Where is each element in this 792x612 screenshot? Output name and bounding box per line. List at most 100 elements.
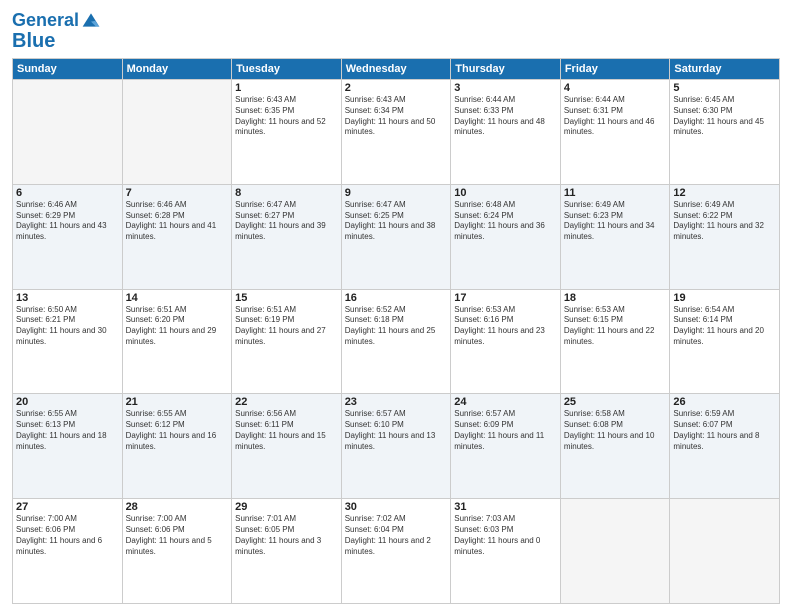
- day-info: Sunrise: 6:43 AM Sunset: 6:34 PM Dayligh…: [345, 95, 448, 138]
- calendar-cell: 31Sunrise: 7:03 AM Sunset: 6:03 PM Dayli…: [451, 499, 561, 604]
- page: General Blue SundayMondayTuesdayWednesda…: [0, 0, 792, 612]
- day-number: 19: [673, 292, 776, 304]
- calendar-cell: [13, 80, 123, 185]
- day-number: 10: [454, 187, 557, 199]
- calendar-cell: [670, 499, 780, 604]
- day-number: 28: [126, 501, 229, 513]
- calendar-cell: 2Sunrise: 6:43 AM Sunset: 6:34 PM Daylig…: [341, 80, 451, 185]
- day-number: 9: [345, 187, 448, 199]
- day-info: Sunrise: 6:55 AM Sunset: 6:12 PM Dayligh…: [126, 409, 229, 452]
- day-number: 4: [564, 82, 667, 94]
- day-info: Sunrise: 6:55 AM Sunset: 6:13 PM Dayligh…: [16, 409, 119, 452]
- calendar-cell: 12Sunrise: 6:49 AM Sunset: 6:22 PM Dayli…: [670, 184, 780, 289]
- calendar-cell: 6Sunrise: 6:46 AM Sunset: 6:29 PM Daylig…: [13, 184, 123, 289]
- day-number: 22: [235, 396, 338, 408]
- logo-text-general: General: [12, 11, 79, 31]
- day-number: 12: [673, 187, 776, 199]
- day-info: Sunrise: 7:00 AM Sunset: 6:06 PM Dayligh…: [126, 514, 229, 557]
- day-number: 3: [454, 82, 557, 94]
- calendar-cell: 10Sunrise: 6:48 AM Sunset: 6:24 PM Dayli…: [451, 184, 561, 289]
- calendar-cell: 26Sunrise: 6:59 AM Sunset: 6:07 PM Dayli…: [670, 394, 780, 499]
- day-info: Sunrise: 6:49 AM Sunset: 6:23 PM Dayligh…: [564, 200, 667, 243]
- day-info: Sunrise: 7:03 AM Sunset: 6:03 PM Dayligh…: [454, 514, 557, 557]
- day-info: Sunrise: 7:02 AM Sunset: 6:04 PM Dayligh…: [345, 514, 448, 557]
- day-number: 24: [454, 396, 557, 408]
- week-row-3: 20Sunrise: 6:55 AM Sunset: 6:13 PM Dayli…: [13, 394, 780, 499]
- day-number: 1: [235, 82, 338, 94]
- calendar-cell: 28Sunrise: 7:00 AM Sunset: 6:06 PM Dayli…: [122, 499, 232, 604]
- day-info: Sunrise: 7:00 AM Sunset: 6:06 PM Dayligh…: [16, 514, 119, 557]
- day-info: Sunrise: 6:52 AM Sunset: 6:18 PM Dayligh…: [345, 305, 448, 348]
- calendar-cell: [122, 80, 232, 185]
- week-row-0: 1Sunrise: 6:43 AM Sunset: 6:35 PM Daylig…: [13, 80, 780, 185]
- day-info: Sunrise: 6:59 AM Sunset: 6:07 PM Dayligh…: [673, 409, 776, 452]
- calendar-cell: 4Sunrise: 6:44 AM Sunset: 6:31 PM Daylig…: [560, 80, 670, 185]
- day-number: 17: [454, 292, 557, 304]
- calendar-cell: 9Sunrise: 6:47 AM Sunset: 6:25 PM Daylig…: [341, 184, 451, 289]
- day-info: Sunrise: 6:54 AM Sunset: 6:14 PM Dayligh…: [673, 305, 776, 348]
- day-info: Sunrise: 6:53 AM Sunset: 6:15 PM Dayligh…: [564, 305, 667, 348]
- calendar-cell: 21Sunrise: 6:55 AM Sunset: 6:12 PM Dayli…: [122, 394, 232, 499]
- calendar-cell: 27Sunrise: 7:00 AM Sunset: 6:06 PM Dayli…: [13, 499, 123, 604]
- calendar-cell: 3Sunrise: 6:44 AM Sunset: 6:33 PM Daylig…: [451, 80, 561, 185]
- day-info: Sunrise: 6:53 AM Sunset: 6:16 PM Dayligh…: [454, 305, 557, 348]
- day-info: Sunrise: 6:47 AM Sunset: 6:27 PM Dayligh…: [235, 200, 338, 243]
- day-number: 7: [126, 187, 229, 199]
- weekday-header-wednesday: Wednesday: [341, 59, 451, 80]
- calendar-cell: 16Sunrise: 6:52 AM Sunset: 6:18 PM Dayli…: [341, 289, 451, 394]
- day-info: Sunrise: 7:01 AM Sunset: 6:05 PM Dayligh…: [235, 514, 338, 557]
- calendar-cell: 14Sunrise: 6:51 AM Sunset: 6:20 PM Dayli…: [122, 289, 232, 394]
- day-info: Sunrise: 6:47 AM Sunset: 6:25 PM Dayligh…: [345, 200, 448, 243]
- day-info: Sunrise: 6:51 AM Sunset: 6:19 PM Dayligh…: [235, 305, 338, 348]
- weekday-header-sunday: Sunday: [13, 59, 123, 80]
- day-info: Sunrise: 6:46 AM Sunset: 6:29 PM Dayligh…: [16, 200, 119, 243]
- calendar-cell: 20Sunrise: 6:55 AM Sunset: 6:13 PM Dayli…: [13, 394, 123, 499]
- day-number: 29: [235, 501, 338, 513]
- day-number: 25: [564, 396, 667, 408]
- day-number: 30: [345, 501, 448, 513]
- calendar-cell: 5Sunrise: 6:45 AM Sunset: 6:30 PM Daylig…: [670, 80, 780, 185]
- weekday-header-saturday: Saturday: [670, 59, 780, 80]
- day-number: 21: [126, 396, 229, 408]
- day-number: 16: [345, 292, 448, 304]
- calendar-cell: 11Sunrise: 6:49 AM Sunset: 6:23 PM Dayli…: [560, 184, 670, 289]
- day-info: Sunrise: 6:56 AM Sunset: 6:11 PM Dayligh…: [235, 409, 338, 452]
- calendar-cell: 30Sunrise: 7:02 AM Sunset: 6:04 PM Dayli…: [341, 499, 451, 604]
- day-number: 8: [235, 187, 338, 199]
- day-info: Sunrise: 6:48 AM Sunset: 6:24 PM Dayligh…: [454, 200, 557, 243]
- calendar-cell: 23Sunrise: 6:57 AM Sunset: 6:10 PM Dayli…: [341, 394, 451, 499]
- day-number: 31: [454, 501, 557, 513]
- calendar-cell: 15Sunrise: 6:51 AM Sunset: 6:19 PM Dayli…: [232, 289, 342, 394]
- day-number: 26: [673, 396, 776, 408]
- day-number: 18: [564, 292, 667, 304]
- weekday-header-thursday: Thursday: [451, 59, 561, 80]
- header: General Blue: [12, 10, 780, 52]
- day-info: Sunrise: 6:57 AM Sunset: 6:10 PM Dayligh…: [345, 409, 448, 452]
- calendar-cell: 25Sunrise: 6:58 AM Sunset: 6:08 PM Dayli…: [560, 394, 670, 499]
- logo-text-blue: Blue: [12, 30, 55, 52]
- day-number: 11: [564, 187, 667, 199]
- calendar-cell: 7Sunrise: 6:46 AM Sunset: 6:28 PM Daylig…: [122, 184, 232, 289]
- day-number: 13: [16, 292, 119, 304]
- day-number: 14: [126, 292, 229, 304]
- day-info: Sunrise: 6:46 AM Sunset: 6:28 PM Dayligh…: [126, 200, 229, 243]
- calendar-table: SundayMondayTuesdayWednesdayThursdayFrid…: [12, 58, 780, 604]
- calendar-cell: 17Sunrise: 6:53 AM Sunset: 6:16 PM Dayli…: [451, 289, 561, 394]
- day-number: 20: [16, 396, 119, 408]
- day-info: Sunrise: 6:57 AM Sunset: 6:09 PM Dayligh…: [454, 409, 557, 452]
- week-row-1: 6Sunrise: 6:46 AM Sunset: 6:29 PM Daylig…: [13, 184, 780, 289]
- day-info: Sunrise: 6:45 AM Sunset: 6:30 PM Dayligh…: [673, 95, 776, 138]
- weekday-header-tuesday: Tuesday: [232, 59, 342, 80]
- logo: General Blue: [12, 10, 101, 52]
- day-info: Sunrise: 6:51 AM Sunset: 6:20 PM Dayligh…: [126, 305, 229, 348]
- weekday-header-friday: Friday: [560, 59, 670, 80]
- day-number: 5: [673, 82, 776, 94]
- calendar-cell: 22Sunrise: 6:56 AM Sunset: 6:11 PM Dayli…: [232, 394, 342, 499]
- day-number: 15: [235, 292, 338, 304]
- day-info: Sunrise: 6:58 AM Sunset: 6:08 PM Dayligh…: [564, 409, 667, 452]
- weekday-header-row: SundayMondayTuesdayWednesdayThursdayFrid…: [13, 59, 780, 80]
- day-info: Sunrise: 6:43 AM Sunset: 6:35 PM Dayligh…: [235, 95, 338, 138]
- week-row-2: 13Sunrise: 6:50 AM Sunset: 6:21 PM Dayli…: [13, 289, 780, 394]
- weekday-header-monday: Monday: [122, 59, 232, 80]
- calendar-cell: 13Sunrise: 6:50 AM Sunset: 6:21 PM Dayli…: [13, 289, 123, 394]
